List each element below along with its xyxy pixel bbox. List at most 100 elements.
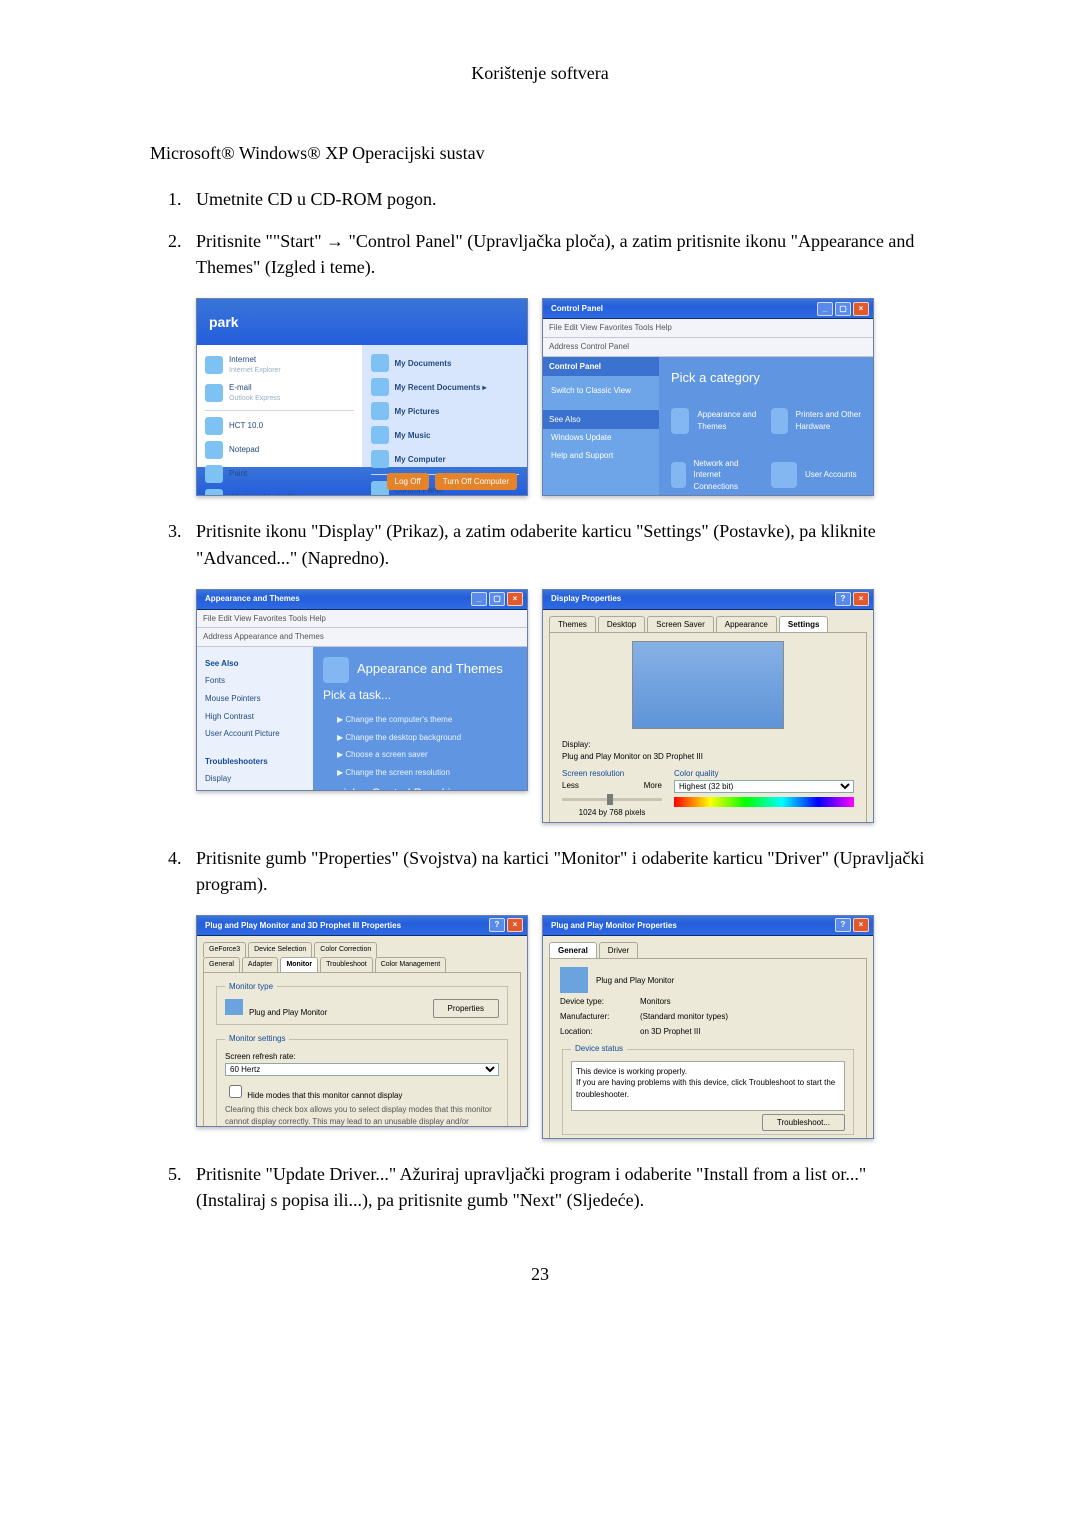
users-icon [771, 462, 797, 488]
screenshot-control-panel: Control Panel _▢× File Edit View Favorit… [542, 298, 874, 496]
dp-display-text: Plug and Play Monitor on 3D Prophet III [562, 751, 854, 763]
settings-icon [371, 481, 389, 496]
printer-icon [771, 408, 788, 434]
tab-general[interactable]: General [203, 957, 240, 972]
help-icon[interactable]: ? [489, 918, 505, 932]
screenshot-appearance-themes: Appearance and Themes _▢× File Edit View … [196, 589, 528, 791]
tab-colormgmt[interactable]: Color Management [375, 957, 447, 972]
cat-printers[interactable]: Printers and Other Hardware [771, 408, 861, 434]
task-bg[interactable]: ▶ Change the desktop background [337, 732, 517, 744]
devstatus-legend: Device status [571, 1043, 627, 1055]
tab-adapter[interactable]: Adapter [242, 957, 279, 972]
help-icon[interactable]: ? [835, 918, 851, 932]
sm-hct[interactable]: HCT 10.0 [205, 414, 354, 438]
at-address[interactable]: Address Appearance and Themes [197, 628, 527, 647]
refresh-select[interactable]: 60 Hertz [225, 1063, 499, 1076]
close-icon[interactable]: × [853, 302, 869, 316]
ie-icon [205, 356, 223, 374]
pnp-name: Plug and Play Monitor [596, 975, 674, 987]
step-list-5: Pritisnite "Update Driver..." Ažuriraj u… [150, 1161, 930, 1213]
cp-pick-category: Pick a category [671, 369, 861, 388]
turnoff-button[interactable]: Turn Off Computer [435, 473, 517, 491]
sm-mycomp[interactable]: My Computer [371, 447, 520, 471]
at-uapic[interactable]: User Account Picture [205, 725, 305, 743]
step-3: Pritisnite ikonu "Display" (Prikaz), a z… [186, 518, 930, 570]
sm-internet[interactable]: InternetInternet Explorer [205, 351, 354, 379]
tab-settings[interactable]: Settings [779, 616, 829, 633]
hide-help-text: Clearing this check box allows you to se… [225, 1104, 499, 1127]
tab-driver[interactable]: Driver [599, 942, 638, 959]
res-slider[interactable] [562, 798, 662, 801]
tab-devsel[interactable]: Device Selection [248, 942, 312, 957]
at-pick-task: Pick a task... [323, 687, 517, 704]
sm-mypics[interactable]: My Pictures [371, 399, 520, 423]
max-icon[interactable]: ▢ [489, 592, 505, 606]
tab-geforce[interactable]: GeForce3 [203, 942, 246, 957]
sm-email[interactable]: E-mailOutlook Express [205, 379, 354, 407]
min-icon[interactable]: _ [471, 592, 487, 606]
tab-trouble[interactable]: Troubleshoot [320, 957, 373, 972]
close-icon[interactable]: × [507, 592, 523, 606]
sm-paint[interactable]: Paint [205, 462, 354, 486]
task-res[interactable]: ▶ Change the screen resolution [337, 767, 517, 779]
sm-mymusic[interactable]: My Music [371, 423, 520, 447]
max-icon[interactable]: ▢ [835, 302, 851, 316]
cat-network[interactable]: Network and Internet Connections [671, 458, 761, 493]
tab-themes[interactable]: Themes [549, 616, 596, 633]
chapter-header: Korištenje softvera [150, 60, 930, 86]
dp-resolution: 1024 by 768 pixels [562, 807, 662, 819]
at-ts-display[interactable]: Display [205, 770, 305, 788]
tab-general[interactable]: General [549, 942, 597, 959]
sm-recent[interactable]: My Recent Documents ▸ [371, 375, 520, 399]
properties-button[interactable]: Properties [433, 999, 499, 1019]
tab-colorcorr[interactable]: Color Correction [314, 942, 377, 957]
intro-line: Microsoft® Windows® XP Operacijski susta… [150, 140, 930, 166]
troubleshoot-button[interactable]: Troubleshoot... [762, 1114, 845, 1131]
help-icon[interactable]: ? [835, 592, 851, 606]
color-quality-select[interactable]: Highest (32 bit) [674, 780, 854, 793]
task-theme[interactable]: ▶ Change the computer's theme [337, 714, 517, 726]
cat-users[interactable]: User Accounts [771, 458, 861, 493]
at-contrast[interactable]: High Contrast [205, 708, 305, 726]
close-icon[interactable]: × [853, 592, 869, 606]
cp-switch-view[interactable]: Switch to Classic View [551, 382, 651, 400]
logoff-button[interactable]: Log Off [387, 473, 429, 491]
cp-see-help[interactable]: Help and Support [551, 447, 651, 465]
screenshot-monitor-properties: Plug and Play Monitor and 3D Prophet III… [196, 915, 528, 1127]
dp-preview [632, 641, 784, 729]
monitor-icon [560, 967, 588, 993]
tab-appear[interactable]: Appearance [716, 616, 777, 633]
at-title: Appearance and Themes [205, 593, 300, 605]
task-ss[interactable]: ▶ Choose a screen saver [337, 749, 517, 761]
sm-mydocs[interactable]: My Documents [371, 351, 520, 375]
cp-see-wu[interactable]: Windows Update [551, 429, 651, 447]
hide-modes-checkbox[interactable] [229, 1085, 242, 1098]
status-textbox: This device is working properly. If you … [571, 1061, 845, 1111]
cp-address[interactable]: Address Control Panel [543, 338, 873, 357]
start-button[interactable]: start [197, 495, 257, 496]
tab-ss[interactable]: Screen Saver [647, 616, 713, 633]
close-icon[interactable]: × [853, 918, 869, 932]
at-pointers[interactable]: Mouse Pointers [205, 690, 305, 708]
at-ts-sound[interactable]: Sound [205, 788, 305, 791]
at-trouble-hd: Troubleshooters [205, 753, 305, 771]
tab-monitor[interactable]: Monitor [280, 957, 318, 972]
cp-title: Control Panel [551, 303, 603, 315]
dp-title: Display Properties [551, 593, 621, 605]
cat-appearance[interactable]: Appearance and Themes [671, 408, 761, 434]
mtype-legend: Monitor type [225, 981, 277, 993]
cp-menu: File Edit View Favorites Tools Help [543, 319, 873, 338]
res-more: More [644, 780, 662, 792]
sm-notepad[interactable]: Notepad [205, 438, 354, 462]
monitor-icon [225, 999, 243, 1015]
min-icon[interactable]: _ [817, 302, 833, 316]
res-less: Less [562, 780, 579, 792]
close-icon[interactable]: × [507, 918, 523, 932]
sm-wmp[interactable]: Windows Media Player [205, 486, 354, 497]
at-fonts[interactable]: Fonts [205, 672, 305, 690]
tab-desktop[interactable]: Desktop [598, 616, 645, 633]
folder-icon [371, 354, 389, 372]
at-menu: File Edit View Favorites Tools Help [197, 610, 527, 629]
sm-user-name: park [209, 312, 239, 332]
mp-title: Plug and Play Monitor and 3D Prophet III… [205, 920, 401, 932]
